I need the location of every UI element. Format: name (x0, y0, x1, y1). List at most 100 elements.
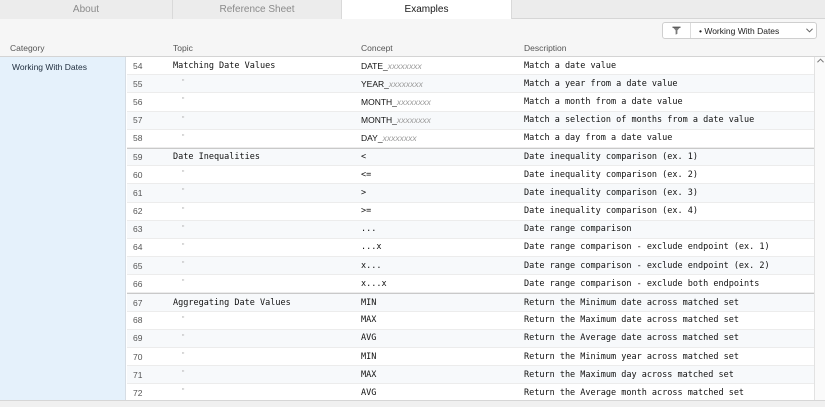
row-topic: " (181, 332, 186, 341)
table-row[interactable]: 63 "... Date range comparison (127, 220, 814, 239)
table-body: Working With Dates 54 Matching Date Value… (0, 57, 825, 403)
column-header-category[interactable]: Category (10, 43, 45, 53)
column-header-topic[interactable]: Topic (173, 43, 193, 53)
concept-placeholder: xxxxxxxx (388, 78, 423, 89)
table-row[interactable]: 70 " MIN Return the Minimum year across mat… (127, 348, 814, 367)
row-description: Return the Average month across matched … (524, 387, 745, 398)
row-description: Match a year from a date value (524, 78, 678, 89)
row-number: 67 (133, 297, 143, 308)
funnel-icon[interactable] (663, 23, 691, 38)
table-row[interactable]: 60 " <= Date inequality comparison (ex. 2) (127, 166, 814, 185)
row-number: 60 (133, 169, 143, 180)
row-concept: ...x (361, 242, 382, 253)
row-topic: " (181, 369, 186, 378)
table-row[interactable]: 66 " x...x Date range comparison - exclude … (127, 275, 814, 294)
row-description: Match a day from a date value (524, 133, 673, 144)
row-topic: " (181, 223, 186, 232)
row-topic: " (181, 132, 186, 141)
table-row[interactable]: 68 " MAX Return the Maximum date across mat… (127, 312, 814, 330)
row-description: Return the Maximum day across matched se… (524, 369, 734, 380)
row-topic: " (181, 78, 186, 87)
row-number: 63 (133, 224, 143, 235)
row-topic: " (181, 169, 186, 178)
row-number: 70 (133, 351, 143, 362)
concept-keyword: YEAR_ (361, 78, 389, 89)
row-topic: Matching Date Values (173, 60, 276, 71)
row-description: Date range comparison - exclude endpoint… (524, 260, 770, 271)
row-concept: x...x (361, 278, 387, 289)
row-topic: " (181, 114, 186, 123)
row-concept: MIN (361, 351, 377, 362)
table-row[interactable]: 69 " AVG Return the Average date across mat… (127, 329, 814, 348)
row-topic: " (181, 278, 186, 287)
row-concept: < (361, 152, 367, 163)
scroll-up-arrow-icon[interactable] (817, 58, 824, 65)
row-description: Date inequality comparison (ex. 4) (524, 206, 698, 217)
row-concept: MIN (361, 297, 377, 308)
table-row[interactable]: 58 " DAY_ xxxxxxxx Match a day from a date v… (127, 130, 814, 148)
tab-examples[interactable]: Examples (342, 0, 512, 20)
table-row[interactable]: 71 " MAX Return the Maximum day across matc… (127, 366, 814, 385)
table-row[interactable]: 57 " MONTH_ xxxxxxxx Match a selection of mo… (127, 111, 814, 130)
row-topic: Aggregating Date Values (173, 297, 291, 308)
row-number: 64 (133, 242, 143, 253)
concept-placeholder: xxxxxxxx (382, 133, 417, 144)
row-concept: YEAR_ xxxxxxxx (361, 75, 423, 92)
row-concept: >= (361, 206, 372, 217)
table-header: Category Topic Concept Description (0, 41, 825, 57)
tab-about[interactable]: About (0, 0, 173, 19)
concept-keyword: MONTH_ (361, 115, 397, 126)
row-concept: AVG (361, 387, 377, 398)
row-concept: MONTH_ xxxxxxxx (361, 93, 431, 110)
row-topic: " (181, 241, 186, 250)
concept-placeholder: xxxxxxxx (396, 115, 431, 126)
column-header-description[interactable]: Description (524, 43, 567, 53)
table-row[interactable]: 55 " YEAR_ xxxxxxxx Match a year from a date… (127, 75, 814, 94)
row-description: Date inequality comparison (ex. 3) (524, 187, 698, 198)
row-number: 58 (133, 133, 143, 144)
tab-reference-sheet[interactable]: Reference Sheet (173, 0, 342, 19)
concept-keyword: MONTH_ (361, 96, 397, 107)
row-concept: DATE_ xxxxxxxx (361, 57, 422, 74)
table-row[interactable]: 62 " >= Date inequality comparison (ex. 4) (127, 203, 814, 221)
category-label: Working With Dates (12, 62, 87, 72)
row-description: Match a selection of months from a date … (524, 115, 755, 126)
row-concept: > (361, 187, 367, 198)
row-topic: " (181, 351, 186, 359)
column-header-concept[interactable]: Concept (361, 43, 393, 53)
table-row[interactable]: 67 Aggregating Date Values MIN Return the M… (127, 293, 814, 312)
row-description: Return the Minimum year across matched s… (524, 351, 739, 362)
category-cell[interactable]: Working With Dates (0, 57, 126, 400)
vertical-scrollbar[interactable] (814, 57, 825, 400)
row-description: Match a date value (524, 60, 617, 71)
table-row[interactable]: 64 " ...x Date range comparison - exclude e… (127, 239, 814, 258)
row-concept: <= (361, 169, 372, 180)
row-description: Return the Minimum date across matched s… (524, 297, 739, 308)
table-rows: 54 Matching Date Values DATE_ xxxxxxxx Match… (127, 57, 814, 403)
row-description: Match a month from a date value (524, 96, 683, 107)
row-concept: MAX (361, 369, 377, 380)
chevron-down-icon[interactable] (802, 28, 816, 33)
concept-keyword: DAY_ (361, 133, 383, 144)
row-number: 69 (133, 333, 143, 344)
row-topic: " (181, 205, 186, 214)
table-row[interactable]: 54 Matching Date Values DATE_ xxxxxxxx Match… (127, 57, 814, 76)
row-number: 61 (133, 187, 143, 198)
table-row[interactable]: 56 " MONTH_ xxxxxxxx Match a month from a da… (127, 93, 814, 112)
table-row[interactable]: 59 Date Inequalities < Date inequality comp… (127, 147, 814, 167)
row-description: Date range comparison - exclude both end… (524, 278, 760, 289)
table-row[interactable]: 61 " > Date inequality comparison (ex. 3) (127, 184, 814, 203)
row-concept: MONTH_ xxxxxxxx (361, 112, 431, 129)
row-number: 56 (133, 96, 143, 107)
row-concept: MAX (361, 315, 377, 326)
row-number: 62 (133, 206, 143, 217)
table-row[interactable]: 65 " x... Date range comparison - exclude e… (127, 257, 814, 276)
toolbar: • Working With Dates (0, 19, 825, 41)
row-number: 66 (133, 278, 143, 289)
category-filter-select[interactable]: • Working With Dates (662, 22, 817, 39)
row-number: 54 (133, 60, 143, 71)
row-description: Date range comparison (524, 224, 632, 235)
row-description: Return the Average date across matched s… (524, 333, 739, 344)
concept-placeholder: xxxxxxxx (396, 96, 431, 107)
row-topic: " (181, 96, 186, 105)
